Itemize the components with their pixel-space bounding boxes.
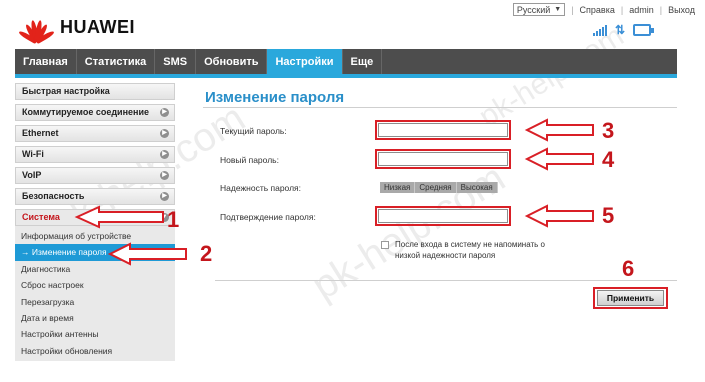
sidebar-item-label: Коммутируемое соединение — [22, 107, 149, 117]
sidebar-item-label: Быстрая настройка — [22, 86, 110, 96]
submenu-item-device-info[interactable]: Информация об устройстве — [15, 228, 175, 244]
new-password-label: Новый пароль: — [220, 155, 279, 165]
submenu-item-antenna[interactable]: Настройки антенны — [15, 326, 175, 342]
new-password-input[interactable] — [378, 152, 508, 166]
submenu-item-update-settings[interactable]: Настройки обновления — [15, 343, 175, 359]
no-remind-label: После входа в систему не напоминать о ни… — [395, 240, 545, 260]
strength-medium: Средняя — [415, 182, 457, 193]
user-name: admin — [629, 4, 654, 15]
chevron-right-icon: ▶ — [160, 108, 169, 117]
confirm-password-input[interactable] — [378, 209, 508, 223]
help-link[interactable]: Справка — [580, 5, 615, 15]
brand-name: HUAWEI — [60, 16, 135, 37]
sidebar-item-ethernet[interactable]: Ethernet ▶ — [15, 125, 175, 142]
annotation-arrow-3 — [524, 118, 594, 142]
submenu-item-reboot[interactable]: Перезагрузка — [15, 294, 175, 310]
nav-item-home[interactable]: Главная — [15, 49, 77, 74]
separator: | — [620, 4, 624, 15]
strength-low: Низкая — [380, 182, 416, 193]
confirm-password-label: Подтверждение пароля: — [220, 212, 316, 222]
submenu-item-label: Изменение пароля — [31, 247, 107, 258]
annotation-number-1: 1 — [167, 207, 180, 232]
page-title: Изменение пароля — [205, 89, 345, 106]
main-nav: Главная Статистика SMS Обновить Настройк… — [15, 49, 677, 78]
annotation-number-2: 2 — [200, 241, 213, 266]
annotation-arrow-4 — [524, 147, 594, 171]
language-value: Русский — [516, 4, 551, 15]
annotation-number-5: 5 — [602, 203, 615, 228]
nav-item-sms[interactable]: SMS — [155, 49, 197, 74]
watermark: pk-help.com — [304, 155, 513, 309]
separator: | — [659, 4, 663, 15]
huawei-logo: HUAWEI — [16, 12, 135, 45]
annotation-number-6: 6 — [622, 256, 635, 281]
submenu-item-reset[interactable]: Сброс настроек — [15, 277, 175, 293]
sidebar-item-security[interactable]: Безопасность ▶ — [15, 188, 175, 205]
sidebar-item-label: Система — [22, 212, 60, 222]
strength-high: Высокая — [456, 182, 498, 193]
nav-item-update[interactable]: Обновить — [196, 49, 268, 74]
chevron-down-icon: ▼ — [554, 6, 562, 13]
chevron-right-icon: ▶ — [160, 171, 169, 180]
chevron-right-icon: ▶ — [160, 150, 169, 159]
annotation-number-4: 4 — [602, 147, 615, 172]
nav-item-settings[interactable]: Настройки — [267, 49, 343, 74]
no-remind-checkbox[interactable] — [381, 241, 389, 249]
password-strength-meter: Низкая Средняя Высокая — [380, 182, 498, 193]
sidebar-item-label: Безопасность — [22, 191, 85, 201]
sidebar-item-label: Ethernet — [22, 128, 59, 138]
top-links: Русский ▼ | Справка | admin | Выход — [512, 3, 695, 16]
chevron-right-icon: ▶ — [160, 129, 169, 138]
sidebar-item-voip[interactable]: VoIP ▶ — [15, 167, 175, 184]
signal-strength-icon — [592, 24, 607, 36]
password-strength-label: Надежность пароля: — [220, 183, 302, 193]
divider — [215, 280, 677, 281]
chevron-right-icon: ▶ — [160, 192, 169, 201]
sidebar-item-dialup[interactable]: Коммутируемое соединение ▶ — [15, 104, 175, 121]
separator: | — [571, 4, 574, 15]
sidebar-item-wifi[interactable]: Wi-Fi ▶ — [15, 146, 175, 163]
status-icons: ⇅ — [592, 23, 654, 37]
logout-link[interactable]: Выход — [668, 5, 695, 15]
sidebar-item-label: VoIP — [22, 170, 42, 180]
annotation-number-3: 3 — [602, 118, 615, 143]
annotation-arrow-1 — [74, 205, 164, 229]
sidebar-item-quick-setup[interactable]: Быстрая настройка — [15, 83, 175, 100]
data-transfer-icon: ⇅ — [614, 23, 625, 37]
current-password-input[interactable] — [378, 123, 508, 137]
sidebar-item-label: Wi-Fi — [22, 149, 44, 159]
current-password-label: Текущий пароль: — [220, 126, 287, 136]
submenu-item-date-time[interactable]: Дата и время — [15, 310, 175, 326]
connection-status-icon — [633, 24, 654, 36]
nav-item-statistics[interactable]: Статистика — [77, 49, 156, 74]
huawei-flower-icon — [16, 12, 56, 45]
annotation-arrow-2 — [107, 242, 187, 266]
language-select[interactable]: Русский ▼ — [512, 3, 566, 16]
nav-item-more[interactable]: Еще — [343, 49, 383, 74]
apply-button[interactable]: Применить — [597, 290, 664, 306]
annotation-arrow-5 — [524, 204, 594, 228]
divider — [203, 107, 677, 108]
